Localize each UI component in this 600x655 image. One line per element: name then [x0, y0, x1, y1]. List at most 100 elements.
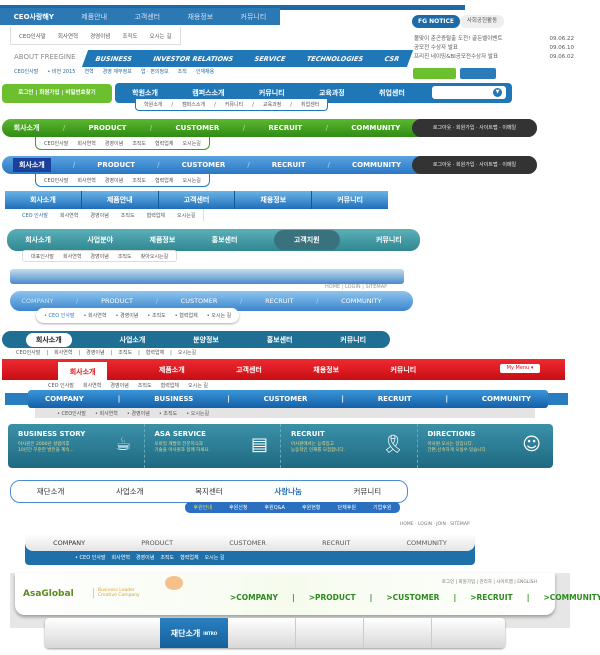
nav7-item[interactable]: 제품정보	[150, 235, 176, 245]
nav4-item[interactable]: COMMUNITY	[351, 124, 400, 132]
nav15-item[interactable]: >CUSTOMER	[386, 593, 439, 602]
notice-tab[interactable]: FG NOTICE	[412, 15, 460, 28]
nav12-item[interactable]: COMPANY	[45, 395, 84, 403]
sub-item[interactable]: 회사연혁	[77, 140, 95, 147]
nav2-item[interactable]: SERVICE	[253, 55, 287, 63]
sub-item[interactable]: 오시는길	[182, 140, 200, 147]
nav4-item[interactable]: 회사소개	[14, 123, 40, 133]
sub-item[interactable]: 조직	[178, 68, 187, 75]
nav9-item[interactable]: RECRUIT	[265, 297, 293, 305]
sub-item[interactable]: • 협력업체	[175, 312, 198, 319]
sub-item[interactable]: 후원안내	[194, 504, 212, 511]
nav3-item[interactable]: 커뮤니티	[259, 88, 285, 98]
sub-item[interactable]: 협력업체	[161, 382, 179, 389]
nav6-item[interactable]: 제품안내	[82, 191, 159, 209]
util-links[interactable]: HOME · LOGIN · JOIN · SITEMAP	[400, 522, 470, 527]
sub-item[interactable]: 후원Q&A	[265, 504, 285, 511]
nav11-item[interactable]: 커뮤니티	[390, 365, 416, 375]
sub-item[interactable]: 회사연혁	[54, 349, 72, 356]
sub-item[interactable]: CEO인사말	[19, 32, 46, 40]
sub-item[interactable]: 경영이념	[90, 212, 108, 219]
green-button[interactable]	[413, 68, 456, 79]
sub-item[interactable]: 회사연혁	[77, 177, 95, 184]
sub-item[interactable]: 후원현황	[302, 504, 320, 511]
sub-item[interactable]: 경영이념	[86, 349, 104, 356]
sub-item[interactable]: • 조직도	[159, 410, 177, 417]
sub-item[interactable]: 캠퍼스소개	[182, 101, 205, 108]
sub-item[interactable]: 오시는 길	[150, 32, 172, 40]
nav3-item[interactable]: 취업센터	[379, 88, 405, 98]
nav2-item[interactable]: TECHNOLOGIES	[305, 55, 364, 63]
sub-item[interactable]: CEO인사말	[16, 349, 40, 356]
nav16-active-tab[interactable]: 재단소개 INTRO	[160, 618, 228, 648]
sub-item[interactable]: • 오시는길	[186, 410, 209, 417]
nav12-item[interactable]: BUSINESS	[154, 395, 193, 403]
nav1-item[interactable]: 커뮤니티	[241, 12, 267, 22]
nav16-tab[interactable]	[296, 618, 364, 648]
sub-item[interactable]: 협력업체	[155, 177, 173, 184]
nav16-tab[interactable]	[228, 618, 296, 648]
nav5-item[interactable]: PRODUCT	[97, 161, 135, 169]
sub-item[interactable]: 경영이념	[105, 177, 123, 184]
sub-item[interactable]: 조직도	[132, 177, 146, 184]
nav9-item[interactable]: PRODUCT	[101, 297, 133, 305]
notice-item[interactable]: 공모전 수상자 발표 09.06.10	[414, 44, 574, 53]
nav6-item[interactable]: 고객센터	[159, 191, 236, 209]
nav1-item[interactable]: 제품안내	[81, 12, 107, 22]
sub-item[interactable]: 조직도	[138, 382, 152, 389]
sub-item[interactable]: 조직도	[118, 349, 132, 356]
sub-item[interactable]: 오시는길	[178, 349, 196, 356]
nav4-item[interactable]: CUSTOMER	[176, 124, 220, 132]
sub-item[interactable]: 오시는길	[177, 212, 195, 219]
nav1-item[interactable]: 채용정보	[187, 12, 213, 22]
panel-section[interactable]: DIRECTIONS 아사원 오시는 길입니다. 간편,신속하게 오실수 있습니다.…	[418, 424, 554, 468]
nav15-item[interactable]: >COMMUNITY	[543, 593, 600, 602]
nav10-item[interactable]: 분양정보	[193, 335, 219, 345]
nav7-item[interactable]: 사업분야	[87, 235, 113, 245]
nav10-item[interactable]: 홍보센터	[267, 335, 293, 345]
nav11-item[interactable]: 제품소개	[159, 365, 185, 375]
sub-item[interactable]: 경영 재무정보	[103, 68, 132, 75]
nav13-item[interactable]: 커뮤니티	[354, 486, 382, 497]
sub-item[interactable]: 기업후원	[373, 504, 391, 511]
sub-item[interactable]: 커뮤니티	[225, 101, 243, 108]
sub-item[interactable]: • 경영이념	[115, 312, 138, 319]
sub-item[interactable]: • 오시는 길	[207, 312, 232, 319]
sub-item[interactable]: 오시는 길	[205, 554, 225, 561]
sub-item[interactable]: 조직도	[122, 32, 137, 40]
nav2-item[interactable]: CSR	[383, 55, 400, 63]
nav16-tab[interactable]	[364, 618, 432, 648]
nav5-item[interactable]: CUSTOMER	[182, 161, 226, 169]
sub-item[interactable]: CEO인사말	[44, 140, 68, 147]
nav3-item[interactable]: 교육과정	[319, 88, 345, 98]
sub-item[interactable]: 경영이념	[90, 253, 108, 260]
sub-item[interactable]: • CEO인사말	[57, 410, 86, 417]
sub-item[interactable]: 협력업체	[147, 212, 165, 219]
nav1-item[interactable]: 고객센터	[134, 12, 160, 22]
panel-section[interactable]: ASA SERVICE 모바일 개발의 전문지식과 기술을 아사원과 함께 하세요.…	[145, 424, 281, 468]
sub-item[interactable]: 오시는길	[182, 177, 200, 184]
util-links[interactable]: HOME | LOGIN | SITEMAP	[325, 284, 387, 290]
logo[interactable]: AsaGlobal	[23, 589, 74, 599]
nav14-item[interactable]: RECRUIT	[322, 539, 350, 547]
nav4-item[interactable]: PRODUCT	[89, 124, 127, 132]
sub-item[interactable]: • CEO 인사말	[75, 554, 106, 561]
blue-button[interactable]	[460, 68, 496, 79]
nav4-item[interactable]: RECRUIT	[268, 124, 302, 132]
sub-item[interactable]: CEO 인사말	[22, 212, 48, 219]
sub-item[interactable]: 회사연혁	[83, 382, 101, 389]
nav13-item[interactable]: 사업소개	[116, 486, 144, 497]
util-links[interactable]: 로그아웃 · 회원가입 · 사이트맵 · 이메일	[412, 119, 537, 137]
sub-item[interactable]: 조직도	[121, 212, 135, 219]
nav14-item[interactable]: CUSTOMER	[229, 539, 266, 547]
sub-item[interactable]: 경영이념	[90, 32, 110, 40]
sub-item[interactable]: 경영이념	[105, 140, 123, 147]
sub-item[interactable]: 협력업체	[180, 554, 198, 561]
sub-item[interactable]: 업 · 편의정보	[141, 68, 169, 75]
my-menu-button[interactable]: My Menu ▾	[500, 364, 540, 373]
nav7-item[interactable]: 고객지원	[273, 230, 340, 250]
nav13-item[interactable]: 복지센터	[195, 486, 223, 497]
sub-item[interactable]: • 회사연혁	[95, 410, 118, 417]
nav1-item[interactable]: CEO사랑해Y	[14, 12, 54, 22]
nav14-item[interactable]: PRODUCT	[141, 539, 173, 547]
